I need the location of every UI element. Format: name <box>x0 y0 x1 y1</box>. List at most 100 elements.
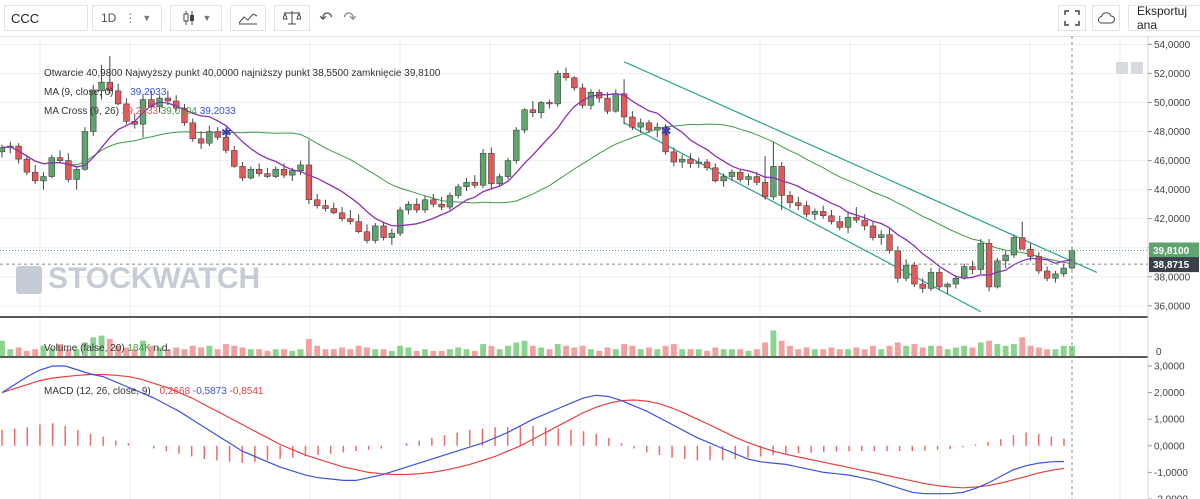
candle-body <box>911 264 918 285</box>
volume-bar <box>588 349 594 356</box>
candle-body <box>496 176 503 185</box>
candle-body <box>405 203 412 211</box>
candle-body <box>330 208 337 214</box>
candle-body <box>679 158 686 163</box>
ohlc-legend: Otwarcie 40,9800 Najwyższy punkt 40,0000… <box>44 68 440 79</box>
candle-body <box>388 232 395 238</box>
interval-label: 1D <box>101 11 117 25</box>
volume-bar <box>836 349 843 356</box>
volume-bar <box>845 349 851 356</box>
volume-bar <box>745 350 752 356</box>
volume-bar <box>405 347 412 356</box>
export-button[interactable]: Eksportuj ana <box>1128 4 1200 32</box>
price-tick-label: 50,0000 <box>1154 98 1191 109</box>
volume-bar <box>1044 349 1051 356</box>
pane-settings-button <box>1131 62 1143 74</box>
volume-bar <box>297 349 304 356</box>
candle-body <box>1052 273 1059 279</box>
volume-bar <box>0 340 5 356</box>
candle-body <box>206 131 213 144</box>
macd-hist-value: 0,2668 <box>159 386 191 397</box>
volume-bar <box>488 345 495 356</box>
indicators-button[interactable] <box>230 5 266 31</box>
volume-bar <box>612 349 619 356</box>
candle-body <box>297 164 304 171</box>
candle-body <box>513 129 520 161</box>
candle-body <box>355 221 362 232</box>
save-cloud-button[interactable] <box>1092 5 1120 31</box>
high-label: Najwyższy punkt <box>125 68 200 79</box>
macd-tick-label: 0,0000 <box>1154 441 1185 452</box>
volume-bar <box>471 350 478 356</box>
volume-bar <box>239 347 246 356</box>
candles-icon <box>183 11 194 25</box>
volume-bar <box>330 349 337 356</box>
macd-tick-label: 1,0000 <box>1154 415 1185 426</box>
candle-body <box>836 221 843 228</box>
redo-button[interactable]: ↷ <box>338 5 362 31</box>
volume-bar <box>322 349 329 356</box>
volume-bar <box>173 347 180 356</box>
volume-bar <box>969 347 976 356</box>
price-tick-label: 46,0000 <box>1154 156 1191 167</box>
chart-type-button[interactable]: ▼ <box>170 5 222 31</box>
volume-bar <box>704 350 710 356</box>
candle-body <box>396 209 404 234</box>
volume-bar <box>737 349 744 356</box>
candle-body <box>612 93 619 112</box>
candle-body <box>463 182 470 187</box>
candle-body <box>504 160 512 177</box>
volume-bar <box>894 342 901 356</box>
macd-value: -0,5873 <box>192 386 227 397</box>
candle-body <box>654 126 661 131</box>
volume-legend[interactable]: Volume (false, 20) 184K n.d. <box>44 343 170 354</box>
watermark: STOCKWATCH <box>48 262 261 295</box>
volume-bar <box>795 349 802 356</box>
candle-body <box>479 153 487 186</box>
close-value: 39,8100 <box>404 68 441 79</box>
volume-bar <box>189 345 196 356</box>
macd-legend[interactable]: MACD (12, 26, close, 9) 0,2668 -0,5873 -… <box>44 386 264 397</box>
symbol-input[interactable]: CCC <box>4 5 88 31</box>
volume-bar <box>198 347 204 356</box>
candle-body <box>214 131 221 138</box>
ma-value: 39,2033 <box>130 87 167 98</box>
volume-bar <box>928 345 934 356</box>
volume-bar <box>1052 349 1059 356</box>
volume-bar <box>1035 347 1042 356</box>
volume-bar <box>670 344 677 356</box>
chevron-down-icon: ▼ <box>142 13 152 23</box>
price-tick-label: 48,0000 <box>1154 127 1191 138</box>
candle-body <box>786 195 794 203</box>
volume-bar <box>15 347 22 356</box>
undo-button[interactable]: ↶ <box>314 5 338 31</box>
candle-body <box>985 243 993 288</box>
interval-select[interactable]: 1D ⋮ ▼ <box>92 5 162 31</box>
volume-bar <box>1011 344 1017 356</box>
ma-cross-legend[interactable]: MA Cross (9, 26) 39,2033 39,0104 39,2033 <box>44 106 236 117</box>
candle-body <box>687 158 694 164</box>
candle-body <box>197 138 205 144</box>
volume-bar <box>413 350 420 356</box>
ma-cross-marker: ✱ <box>661 125 672 140</box>
compare-button[interactable] <box>274 5 310 31</box>
candle-body <box>703 161 711 169</box>
candle-body <box>338 212 346 219</box>
volume-bar <box>911 344 918 356</box>
candle-body <box>1010 237 1018 256</box>
price-tick-label: 54,0000 <box>1154 40 1191 51</box>
ma-cross-value-2: 39,0104 <box>160 106 197 117</box>
volume-bar <box>388 350 395 356</box>
ma-legend[interactable]: MA (9, close, 0) 39,2033 <box>44 87 166 98</box>
volume-bar <box>1002 345 1009 356</box>
symbol-label: CCC <box>11 10 40 26</box>
candle-body <box>952 277 960 285</box>
candle-body <box>455 186 462 196</box>
candle-body <box>322 205 329 209</box>
candle-body <box>737 171 744 180</box>
candle-body <box>488 153 495 185</box>
fullscreen-button[interactable] <box>1058 5 1086 31</box>
macd-tick-label: -2,0000 <box>1154 495 1188 499</box>
volume-bar <box>455 347 462 356</box>
open-label: Otwarcie <box>44 68 84 79</box>
